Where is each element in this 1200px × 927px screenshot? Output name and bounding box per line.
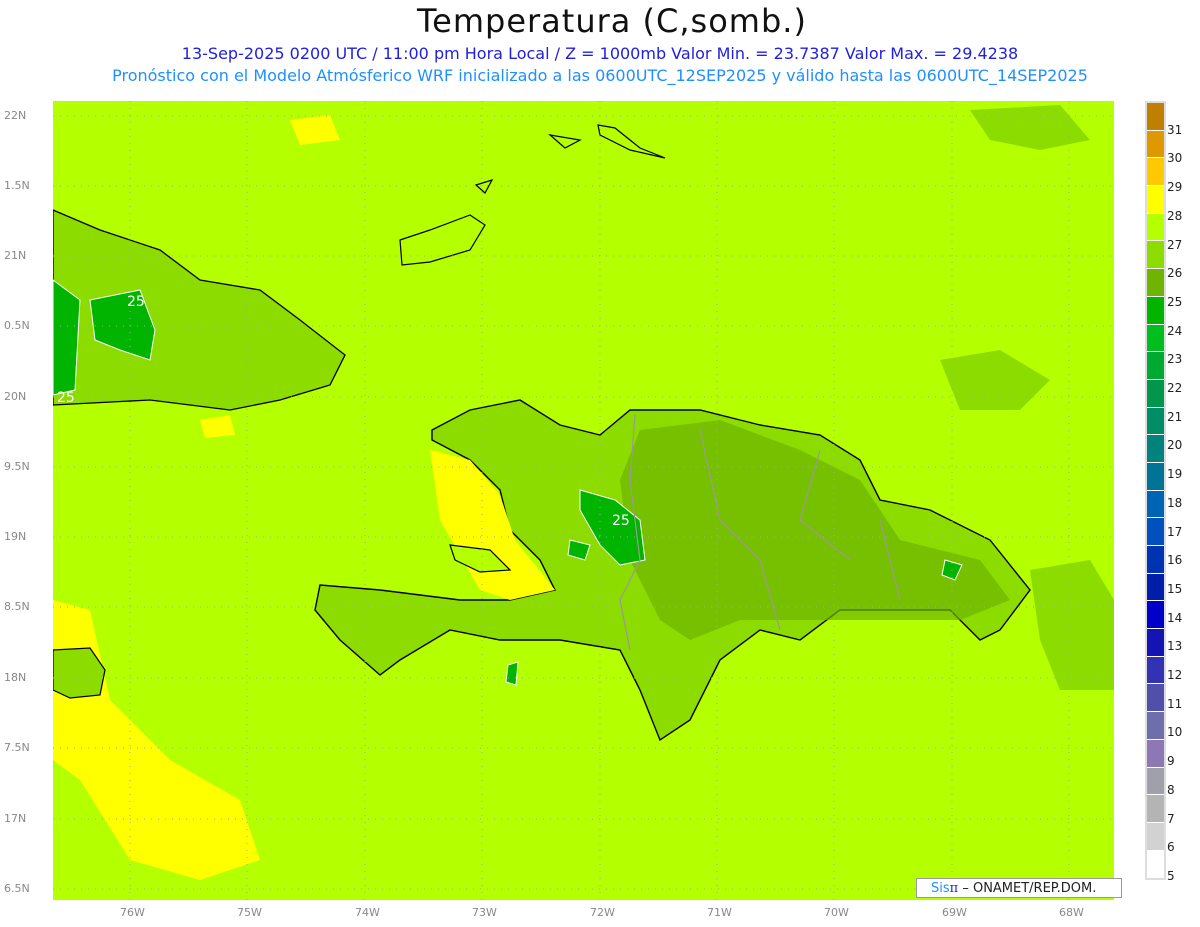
contour-label: 25 bbox=[612, 513, 630, 529]
colorbar-label: 15 bbox=[1167, 581, 1183, 596]
colorbar-label: 20 bbox=[1167, 438, 1183, 453]
colorbar-label: 25 bbox=[1167, 294, 1183, 309]
colorbar-label: 11 bbox=[1167, 696, 1183, 711]
colorbar-label: 8 bbox=[1167, 782, 1175, 797]
colorbar-swatch bbox=[1147, 435, 1164, 463]
colorbar-swatch bbox=[1147, 795, 1164, 823]
lat-label: 20N bbox=[4, 390, 27, 403]
colorbar-swatch bbox=[1147, 573, 1164, 602]
colorbar-swatch bbox=[1147, 296, 1164, 325]
colorbar-swatch bbox=[1147, 822, 1164, 851]
colorbar-swatch bbox=[1147, 601, 1164, 630]
colorbar-swatch bbox=[1147, 186, 1164, 214]
lat-label: 0.5N bbox=[4, 319, 30, 332]
valid-time-subtitle: 13-Sep-2025 0200 UTC / 11:00 pm Hora Loc… bbox=[181, 44, 1019, 63]
colorbar-swatch bbox=[1147, 629, 1164, 657]
colorbar-label: 14 bbox=[1167, 610, 1183, 625]
colorbar-swatch bbox=[1147, 103, 1164, 131]
colorbar-swatch bbox=[1147, 379, 1164, 408]
colorbar-swatch bbox=[1147, 158, 1164, 187]
colorbar-label: 17 bbox=[1167, 524, 1183, 539]
lat-label: 21N bbox=[4, 249, 27, 262]
colorbar-swatch bbox=[1147, 269, 1164, 297]
colorbar-label: 21 bbox=[1167, 409, 1183, 424]
colorbar-swatch bbox=[1147, 656, 1164, 685]
model-info-subtitle: Pronóstico con el Modelo Atmósferico WRF… bbox=[112, 66, 1088, 85]
lon-label: 74W bbox=[355, 906, 380, 919]
lat-label: 19N bbox=[4, 530, 27, 543]
colorbar-swatch bbox=[1147, 739, 1164, 768]
colorbar-swatch bbox=[1147, 712, 1164, 740]
temperature-map: 25 25 25 bbox=[53, 101, 1114, 900]
colorbar-swatch bbox=[1147, 352, 1164, 380]
colorbar-swatch bbox=[1147, 324, 1164, 353]
lat-label: 1.5N bbox=[4, 179, 30, 192]
lon-label: 69W bbox=[942, 906, 967, 919]
colorbar-label: 12 bbox=[1167, 668, 1183, 682]
lat-label: 7.5N bbox=[4, 741, 30, 754]
colorbar-label: 31 bbox=[1167, 122, 1183, 137]
lat-label: 17N bbox=[4, 812, 27, 825]
colorbar-label: 24 bbox=[1167, 323, 1183, 338]
lon-label: 71W bbox=[707, 906, 732, 919]
brand-text: Sis bbox=[931, 881, 950, 896]
lon-label: 76W bbox=[120, 906, 145, 919]
lat-label: 6.5N bbox=[4, 882, 30, 895]
colorbar-label: 6 bbox=[1167, 840, 1175, 855]
colorbar-label: 19 bbox=[1167, 467, 1183, 482]
colorbar-swatch bbox=[1147, 684, 1164, 713]
lon-label: 72W bbox=[590, 906, 615, 919]
contour-label: 25 bbox=[57, 390, 75, 406]
colorbar-label: 30 bbox=[1167, 151, 1183, 166]
colorbar-label: 22 bbox=[1167, 381, 1183, 395]
colorbar-swatch bbox=[1147, 241, 1164, 270]
colorbar-label: 27 bbox=[1167, 237, 1183, 252]
colorbar-swatch bbox=[1147, 130, 1164, 159]
credit-text: – ONAMET/REP.DOM. bbox=[962, 881, 1097, 896]
map-title: Temperatura (C,somb.) bbox=[417, 2, 807, 40]
colorbar-label: 7 bbox=[1167, 811, 1175, 826]
colorbar-swatch bbox=[1147, 546, 1164, 574]
colorbar-swatch bbox=[1147, 518, 1164, 546]
colorbar-swatch bbox=[1147, 490, 1164, 519]
colorbar-label: 9 bbox=[1167, 754, 1175, 769]
colorbar-swatch bbox=[1147, 462, 1164, 491]
colorbar-swatch bbox=[1147, 767, 1164, 796]
colorbar-label: 10 bbox=[1167, 725, 1183, 740]
credit-box: Sisπ – ONAMET/REP.DOM. bbox=[916, 878, 1122, 898]
colorbar-label: 16 bbox=[1167, 553, 1183, 568]
colorbar-label: 23 bbox=[1167, 352, 1183, 367]
colorbar-swatch bbox=[1147, 407, 1164, 436]
lat-label: 18N bbox=[4, 671, 27, 684]
lon-label: 75W bbox=[237, 906, 262, 919]
colorbar-label: 28 bbox=[1167, 208, 1183, 223]
contour-label: 25 bbox=[127, 294, 145, 310]
brand-pi: π bbox=[949, 881, 959, 896]
colorbar-swatch bbox=[1147, 213, 1164, 242]
lon-label: 73W bbox=[472, 906, 497, 919]
colorbar-swatch bbox=[1147, 850, 1164, 879]
lon-label: 68W bbox=[1059, 906, 1084, 919]
colorbar-label: 26 bbox=[1167, 266, 1183, 281]
lon-label: 70W bbox=[824, 906, 849, 919]
colorbar-label: 18 bbox=[1167, 495, 1183, 510]
colorbar-label: 5 bbox=[1167, 868, 1175, 883]
lat-label: 8.5N bbox=[4, 600, 30, 613]
lat-label: 9.5N bbox=[4, 460, 30, 473]
colorbar-label: 13 bbox=[1167, 639, 1183, 654]
lat-label: 22N bbox=[4, 109, 27, 122]
colorbar bbox=[1145, 101, 1166, 881]
colorbar-label: 29 bbox=[1167, 180, 1183, 195]
